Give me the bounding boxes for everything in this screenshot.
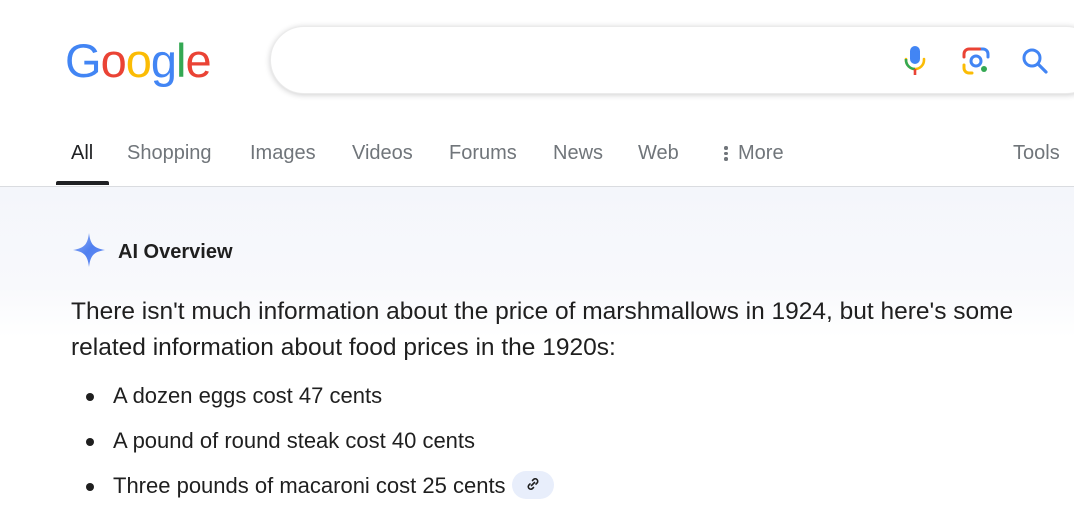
tools-button[interactable]: Tools xyxy=(1013,141,1060,165)
tab-news[interactable]: News xyxy=(553,141,603,165)
ai-overview-title: AI Overview xyxy=(118,240,233,263)
ai-overview-intro: There isn't much information about the p… xyxy=(71,298,1014,361)
google-logo[interactable]: Google xyxy=(65,34,212,92)
tab-videos[interactable]: Videos xyxy=(352,141,413,165)
ai-overview-header: AI Overview xyxy=(72,232,233,273)
tab-more[interactable]: More xyxy=(724,141,784,165)
sparkle-icon xyxy=(72,232,106,273)
list-item: A pound of round steak cost 40 cents xyxy=(71,427,554,472)
vertical-dots-icon xyxy=(724,144,728,163)
active-tab-indicator xyxy=(56,181,109,185)
list-item: A dozen eggs cost 47 cents xyxy=(71,382,554,427)
search-input[interactable] xyxy=(301,45,881,77)
logo-letter: g xyxy=(150,34,177,87)
list-item: Three pounds of macaroni cost 25 cents xyxy=(71,471,554,517)
source-link-button[interactable] xyxy=(511,471,554,500)
search-icon[interactable] xyxy=(1019,45,1051,77)
search-results-page: Google All Shopping Images Videos Forums… xyxy=(0,0,1074,517)
tab-web[interactable]: Web xyxy=(638,141,679,165)
logo-letter: o xyxy=(100,34,127,87)
bullet-text: A dozen eggs cost 47 cents xyxy=(113,383,383,408)
logo-letter: G xyxy=(65,34,102,87)
link-icon xyxy=(525,471,541,499)
bullet-text: Three pounds of macaroni cost 25 cents xyxy=(113,473,506,498)
bullet-text: A pound of round steak cost 40 cents xyxy=(113,428,476,453)
tab-all[interactable]: All xyxy=(71,141,93,165)
ai-overview-section: AI Overview There isn't much information… xyxy=(0,187,1074,517)
tab-shopping[interactable]: Shopping xyxy=(127,141,212,165)
tab-images[interactable]: Images xyxy=(250,141,316,165)
microphone-icon[interactable] xyxy=(899,45,931,77)
tab-more-label: More xyxy=(738,142,784,164)
tab-forums[interactable]: Forums xyxy=(449,141,517,165)
ai-overview-bullets: A dozen eggs cost 47 cents A pound of ro… xyxy=(71,382,554,517)
search-tabs: All Shopping Images Videos Forums News W… xyxy=(0,126,1074,186)
search-box xyxy=(270,26,1074,94)
google-lens-icon[interactable] xyxy=(960,45,992,77)
logo-letter: o xyxy=(125,34,152,87)
logo-letter: e xyxy=(185,34,211,87)
logo-letter: l xyxy=(175,34,187,87)
